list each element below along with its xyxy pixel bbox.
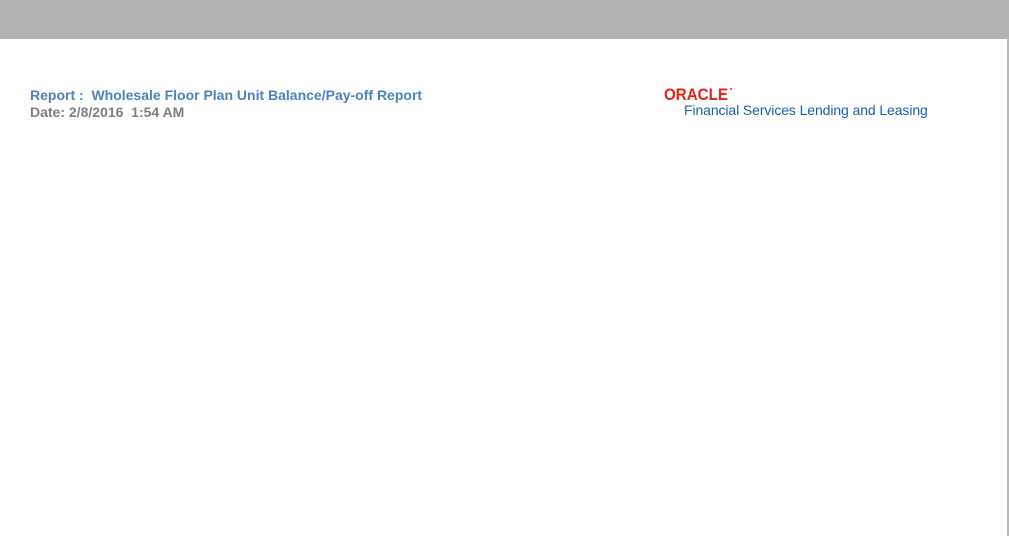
brand-tagline: Financial Services Lending and Leasing (684, 102, 928, 118)
report-title: Report : Wholesale Floor Plan Unit Balan… (30, 87, 423, 103)
registered-mark-icon (730, 88, 732, 90)
report-header: Report : Wholesale Floor Plan Unit Balan… (30, 87, 422, 120)
oracle-logo-icon: ORACLE (664, 86, 732, 103)
top-toolbar-bar (0, 0, 1009, 39)
brand-block: ORACLE Financial Services Lending and Le… (664, 86, 964, 118)
oracle-logo-text: ORACLE (664, 86, 728, 103)
oracle-logo: ORACLE (664, 86, 964, 103)
report-date: Date: 2/8/2016 1:54 AM (30, 104, 185, 120)
